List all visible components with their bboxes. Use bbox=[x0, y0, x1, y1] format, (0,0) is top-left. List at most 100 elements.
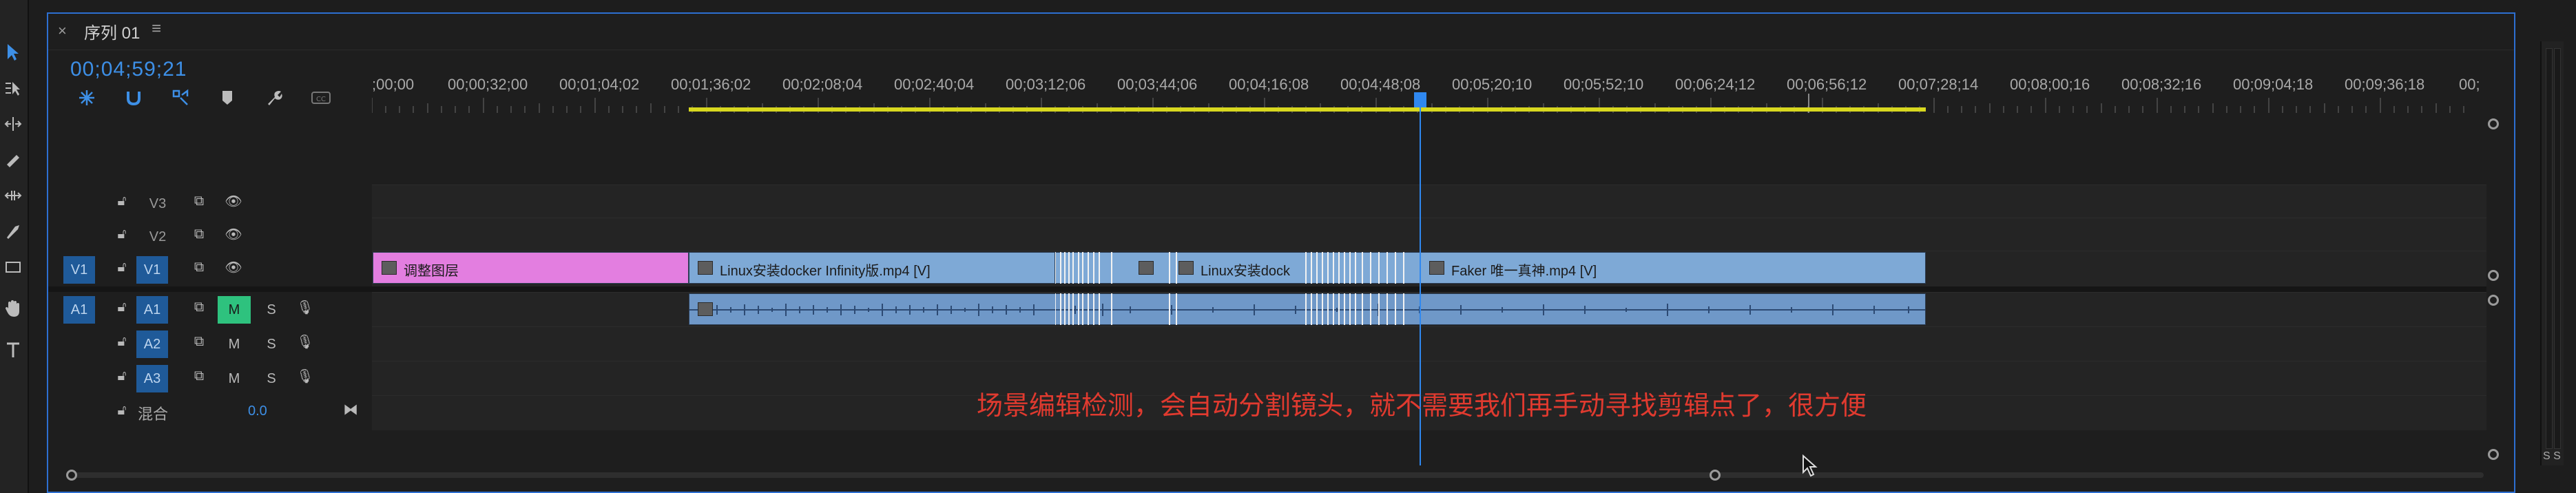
sequence-tab-title[interactable]: 序列 01 bbox=[84, 19, 140, 43]
audio-zoom-handle-top[interactable] bbox=[2488, 295, 2499, 306]
lock-icon[interactable]: 🔓︎ bbox=[112, 366, 132, 386]
ruler-label: 00;08;32;16 bbox=[2121, 76, 2202, 93]
track-lane-a2[interactable] bbox=[372, 326, 2486, 361]
rectangle-tool-icon[interactable] bbox=[3, 253, 23, 281]
track-header-v2: 🔓︎ V2 ⧉ 👁︎ bbox=[48, 220, 372, 253]
work-area-bar[interactable] bbox=[689, 107, 1926, 112]
solo-button-a3[interactable]: S bbox=[255, 365, 288, 392]
audio-meter: S S bbox=[2540, 41, 2564, 465]
solo-button-a1[interactable]: S bbox=[255, 296, 288, 324]
add-marker-icon[interactable] bbox=[214, 85, 241, 110]
eye-icon[interactable]: 👁︎ bbox=[223, 224, 244, 244]
ruler-label: 00;05;20;10 bbox=[1452, 76, 1533, 93]
clip-adjustment-layer[interactable]: 调整图层 bbox=[373, 252, 689, 284]
fx-badge-icon bbox=[698, 302, 713, 316]
svg-text:CC: CC bbox=[316, 96, 326, 103]
slip-tool-icon[interactable] bbox=[3, 182, 23, 209]
lock-icon[interactable]: 🔓︎ bbox=[112, 297, 132, 317]
ruler-label: 00;09;36;18 bbox=[2345, 76, 2425, 93]
meter-solo-labels[interactable]: S S bbox=[2543, 450, 2561, 463]
horizontal-scrollbar[interactable] bbox=[66, 472, 2484, 478]
fx-badge-icon bbox=[698, 261, 713, 275]
type-tool-icon[interactable] bbox=[3, 336, 23, 364]
sync-lock-icon[interactable]: ⧉ bbox=[189, 191, 209, 211]
ruler-label: 00;04;16;08 bbox=[1229, 76, 1309, 93]
clip-label: Faker 唯一真神.mp4 [V] bbox=[1451, 264, 1597, 279]
empty-track-area bbox=[372, 116, 2486, 185]
mix-volume-value[interactable]: 0.0 bbox=[248, 403, 267, 419]
selection-tool-icon[interactable] bbox=[3, 39, 23, 66]
fx-badge-icon bbox=[382, 261, 397, 275]
linked-selection-icon[interactable] bbox=[167, 85, 194, 110]
track-label-v1[interactable]: V1 bbox=[136, 256, 168, 284]
video-audio-divider[interactable] bbox=[48, 286, 2486, 292]
insert-nest-icon[interactable] bbox=[73, 85, 101, 110]
timeline-settings-wrench-icon[interactable] bbox=[260, 85, 288, 110]
track-label-v3[interactable]: V3 bbox=[142, 190, 174, 218]
ripple-edit-tool-icon[interactable] bbox=[3, 110, 23, 138]
source-patch-v1[interactable]: V1 bbox=[63, 256, 95, 284]
close-tab-icon[interactable]: × bbox=[58, 22, 67, 40]
lock-icon[interactable]: 🔓︎ bbox=[112, 191, 132, 211]
eye-icon[interactable]: 👁︎ bbox=[223, 257, 244, 277]
eye-icon[interactable]: 👁︎ bbox=[223, 191, 244, 211]
source-patch-a1[interactable]: A1 bbox=[63, 296, 95, 324]
track-header-mix: 🔓︎ 混合 0.0 ⧓ bbox=[48, 397, 372, 430]
ruler-label: 00;02;40;04 bbox=[894, 76, 975, 93]
ruler-label: 00;05;52;10 bbox=[1564, 76, 1644, 93]
lock-icon[interactable]: 🔓︎ bbox=[112, 224, 132, 244]
sync-lock-icon[interactable]: ⧉ bbox=[189, 366, 209, 386]
track-label-a2[interactable]: A2 bbox=[136, 331, 168, 358]
mute-button-a3[interactable]: M bbox=[218, 365, 251, 392]
sync-lock-icon[interactable]: ⧉ bbox=[189, 297, 209, 317]
lock-icon[interactable]: 🔓︎ bbox=[112, 257, 132, 277]
track-label-a1[interactable]: A1 bbox=[136, 296, 168, 324]
sync-lock-icon[interactable]: ⧉ bbox=[189, 224, 209, 244]
mouse-cursor-icon bbox=[1803, 454, 1818, 477]
ruler-label: 00;02;08;04 bbox=[782, 76, 863, 93]
sync-lock-icon[interactable]: ⧉ bbox=[189, 331, 209, 352]
vertical-zoom-handle-bottom[interactable] bbox=[2488, 270, 2499, 281]
audio-zoom-handle-bottom[interactable] bbox=[2488, 449, 2499, 460]
mute-button-a1[interactable]: M bbox=[218, 296, 251, 324]
mute-button-a2[interactable]: M bbox=[218, 331, 251, 358]
vertical-zoom-handle-top[interactable] bbox=[2488, 118, 2499, 129]
sync-lock-icon[interactable]: ⧉ bbox=[189, 257, 209, 277]
microphone-icon[interactable]: 🎙︎ bbox=[295, 331, 315, 352]
lock-icon[interactable]: 🔓︎ bbox=[112, 331, 132, 352]
scroll-handle-right[interactable] bbox=[1710, 470, 1721, 481]
panel-menu-icon[interactable]: ≡ bbox=[152, 19, 161, 39]
solo-button-a2[interactable]: S bbox=[255, 331, 288, 358]
ruler-label: 00;01;36;02 bbox=[671, 76, 751, 93]
playhead-timecode[interactable]: 00;04;59;21 bbox=[70, 58, 187, 81]
track-header-v1: V1 🔓︎ V1 ⧉ 👁︎ bbox=[48, 253, 372, 286]
ruler-label: 00;00;32;00 bbox=[448, 76, 528, 93]
microphone-icon[interactable]: 🎙︎ bbox=[295, 366, 315, 386]
snap-magnet-icon[interactable] bbox=[120, 85, 147, 110]
clip-faker[interactable]: Faker 唯一真神.mp4 [V] bbox=[1420, 252, 1926, 284]
ruler-label: 00;03;12;06 bbox=[1006, 76, 1086, 93]
lock-icon[interactable]: 🔓︎ bbox=[112, 400, 132, 421]
track-select-tool-icon[interactable] bbox=[3, 74, 23, 102]
ruler-label: 00;04;48;08 bbox=[1340, 76, 1421, 93]
fx-badge-icon bbox=[1429, 261, 1444, 275]
captions-icon[interactable]: CC bbox=[307, 85, 335, 110]
hand-tool-icon[interactable] bbox=[3, 295, 23, 322]
track-lane-v3[interactable] bbox=[372, 185, 2486, 218]
razor-tool-icon[interactable] bbox=[3, 146, 23, 174]
audio-cut-lines bbox=[1055, 293, 1420, 325]
track-label-v2[interactable]: V2 bbox=[142, 223, 174, 251]
ruler-label: 00;09;04;18 bbox=[2233, 76, 2314, 93]
scene-cut-lines bbox=[1055, 252, 1420, 284]
scroll-handle-left[interactable] bbox=[66, 470, 77, 481]
track-header-a3: 🔓︎ A3 ⧉ M S 🎙︎ bbox=[48, 362, 372, 395]
track-lane-v2[interactable] bbox=[372, 218, 2486, 251]
track-header-a2: 🔓︎ A2 ⧉ M S 🎙︎ bbox=[48, 328, 372, 361]
track-label-a3[interactable]: A3 bbox=[136, 365, 168, 392]
pen-tool-icon[interactable] bbox=[3, 218, 23, 245]
clip-linux-docker-1[interactable]: Linux安装docker Infinity版.mp4 [V] bbox=[689, 252, 1055, 284]
go-to-start-icon[interactable]: ⧓ bbox=[343, 401, 358, 419]
track-header-v3: 🔓︎ V3 ⧉ 👁︎ bbox=[48, 187, 372, 220]
meter-bar-right bbox=[2554, 48, 2561, 449]
microphone-icon[interactable]: 🎙︎ bbox=[295, 297, 315, 317]
